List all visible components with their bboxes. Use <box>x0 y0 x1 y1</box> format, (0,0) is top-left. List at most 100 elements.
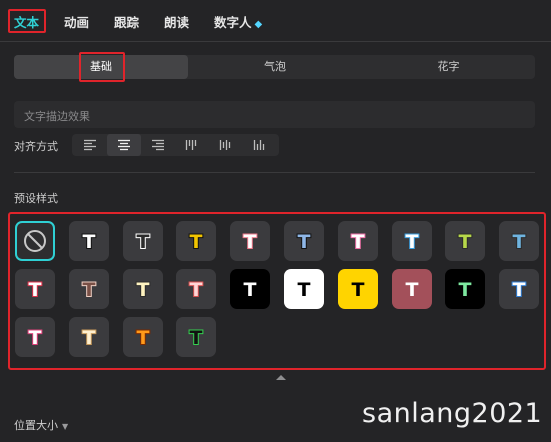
preset-style-tile[interactable]: T <box>69 221 109 261</box>
preset-style-tile[interactable]: T <box>284 221 324 261</box>
alignment-button-group <box>72 134 279 156</box>
preset-style-tile[interactable]: T <box>284 269 324 309</box>
text-style-t-icon: T <box>189 326 204 350</box>
alignment-label: 对齐方式 <box>14 140 58 153</box>
text-style-t-icon: T <box>189 230 204 254</box>
preset-none-tile[interactable] <box>15 221 55 261</box>
preset-letter: T <box>244 231 257 253</box>
preset-letter: T <box>137 279 150 301</box>
preset-letter: T <box>298 279 311 301</box>
preset-style-tile[interactable]: T <box>230 221 270 261</box>
watermark: sanlang2021 <box>362 398 543 429</box>
preset-style-tile[interactable]: T <box>338 221 378 261</box>
vertical-align-bottom-button[interactable] <box>243 134 277 156</box>
preset-letter: T <box>190 231 203 253</box>
preset-style-tile[interactable]: T <box>69 317 109 357</box>
text-style-t-icon: T <box>512 230 527 254</box>
preset-letter: T <box>137 327 150 349</box>
text-style-t-icon: T <box>297 230 312 254</box>
preset-letter: T <box>298 231 311 253</box>
segment-fancy-text[interactable]: 花字 <box>362 55 535 79</box>
text-style-t-icon: T <box>243 278 258 302</box>
preset-style-tile[interactable]: T <box>15 269 55 309</box>
preset-style-tile[interactable]: T <box>176 269 216 309</box>
preset-letter: T <box>190 327 203 349</box>
preset-letter: T <box>513 279 526 301</box>
text-style-t-icon: T <box>28 326 43 350</box>
preset-letter: T <box>29 279 42 301</box>
text-style-t-icon: T <box>243 230 258 254</box>
preset-style-tile[interactable]: T <box>445 269 485 309</box>
text-style-t-icon: T <box>82 230 97 254</box>
text-style-t-icon: T <box>28 278 43 302</box>
text-style-t-icon: T <box>351 278 366 302</box>
text-style-t-icon: T <box>458 278 473 302</box>
preset-letter: T <box>29 327 42 349</box>
tab-digital-human[interactable]: 数字人 ◆ <box>214 12 262 31</box>
diamond-icon: ◆ <box>254 19 263 30</box>
vertical-align-center-button[interactable] <box>209 134 243 156</box>
text-style-t-icon: T <box>82 278 97 302</box>
preset-letter: T <box>137 231 150 253</box>
preset-style-tile[interactable]: T <box>499 221 539 261</box>
align-center-icon <box>118 139 130 151</box>
chevron-down-icon: ▼ <box>62 422 69 431</box>
top-tab-bar: 文本 动画 跟踪 朗读 数字人 ◆ <box>0 0 551 42</box>
vertical-align-top-icon <box>185 140 197 150</box>
preset-style-tile[interactable]: T <box>499 269 539 309</box>
text-style-t-icon: T <box>189 278 204 302</box>
align-left-icon <box>84 139 96 151</box>
preset-style-tile[interactable]: T <box>15 317 55 357</box>
segment-basic[interactable]: 基础 <box>14 55 188 79</box>
preset-style-tile[interactable]: T <box>176 221 216 261</box>
preset-style-tile[interactable]: T <box>123 317 163 357</box>
text-style-t-icon: T <box>136 326 151 350</box>
preset-style-tile[interactable]: T <box>123 269 163 309</box>
preset-style-tile[interactable]: T <box>123 221 163 261</box>
position-size-label: 位置大小 <box>14 419 58 432</box>
vertical-align-bottom-icon <box>253 140 265 150</box>
preset-letter: T <box>352 231 365 253</box>
align-left-button[interactable] <box>73 134 107 156</box>
text-style-t-icon: T <box>512 278 527 302</box>
collapse-caret-icon[interactable] <box>276 375 286 380</box>
preset-letter: T <box>244 279 257 301</box>
preset-style-tile[interactable]: T <box>176 317 216 357</box>
preset-style-tile[interactable]: T <box>230 269 270 309</box>
stroke-effect-field[interactable]: 文字描边效果 <box>14 101 535 128</box>
text-style-t-icon: T <box>405 278 420 302</box>
align-center-button[interactable] <box>107 134 141 156</box>
tab-tracking[interactable]: 跟踪 <box>114 12 139 31</box>
preset-letter: T <box>406 231 419 253</box>
align-right-button[interactable] <box>141 134 175 156</box>
preset-letter: T <box>190 279 203 301</box>
preset-letter: T <box>352 279 365 301</box>
preset-letter: T <box>83 231 96 253</box>
preset-letter: T <box>513 231 526 253</box>
preset-letter: T <box>83 279 96 301</box>
preset-style-tile[interactable]: T <box>445 221 485 261</box>
tab-animation[interactable]: 动画 <box>64 12 89 31</box>
text-style-t-icon: T <box>82 326 97 350</box>
preset-style-tile[interactable]: T <box>69 269 109 309</box>
text-style-t-icon: T <box>136 278 151 302</box>
text-style-t-icon: T <box>458 230 473 254</box>
segment-bubble[interactable]: 气泡 <box>188 55 362 79</box>
tab-read-aloud[interactable]: 朗读 <box>164 12 189 31</box>
preset-letter: T <box>459 279 472 301</box>
preset-style-tile[interactable]: T <box>392 269 432 309</box>
text-style-t-icon: T <box>297 278 312 302</box>
text-style-t-icon: T <box>405 230 420 254</box>
vertical-align-top-button[interactable] <box>175 134 209 156</box>
section-divider <box>14 172 535 173</box>
position-size-section-toggle[interactable]: 位置大小 ▼ <box>14 417 68 433</box>
preset-letter: T <box>83 327 96 349</box>
preset-style-tile[interactable]: T <box>392 221 432 261</box>
align-right-icon <box>152 139 164 151</box>
preset-styles-label: 预设样式 <box>14 192 58 205</box>
vertical-align-center-icon <box>219 140 231 150</box>
no-style-icon <box>24 230 46 252</box>
tab-text[interactable]: 文本 <box>14 12 39 31</box>
preset-style-tile[interactable]: T <box>338 269 378 309</box>
text-style-t-icon: T <box>351 230 366 254</box>
